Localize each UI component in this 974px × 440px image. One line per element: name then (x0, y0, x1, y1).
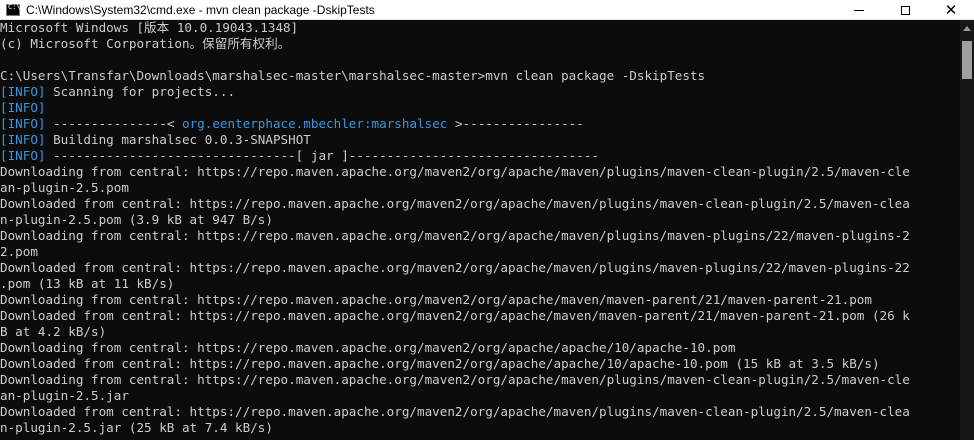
console-line: Downloading from central: https://repo.m… (0, 228, 910, 244)
console-line: an-plugin-2.5.jar (0, 388, 129, 404)
console-line: Downloading from central: https://repo.m… (0, 292, 872, 308)
console-output[interactable]: Microsoft Windows [版本 10.0.19043.1348] (c… (0, 20, 960, 440)
arrow-up-icon (963, 26, 971, 31)
line-text: C:\Users\Transfar\Downloads\marshalsec-m… (0, 68, 706, 83)
close-icon: ✕ (944, 0, 958, 19)
maximize-button[interactable] (882, 0, 928, 20)
minimize-icon (854, 9, 864, 11)
console-line: n-plugin-2.5.jar (25 kB at 7.4 kB/s) (0, 420, 273, 436)
line-text: Downloading from central: https://repo.m… (0, 164, 910, 179)
minimize-button[interactable] (836, 0, 882, 20)
console-line: [INFO] ---------------< org.eenterphace.… (0, 116, 584, 132)
console-line: n-plugin-2.5.pom (3.9 kB at 947 B/s) (0, 212, 273, 228)
console-line: .pom (13 kB at 11 kB/s) (0, 276, 174, 292)
line-text: (c) Microsoft Corporation。保留所有权利。 (0, 36, 291, 51)
line-text: Downloading from central: https://repo.m… (0, 372, 910, 387)
window-title: C:\Windows\System32\cmd.exe - mvn clean … (26, 2, 375, 17)
line-text: Downloaded from central: https://repo.ma… (0, 308, 910, 323)
console-line: Downloaded from central: https://repo.ma… (0, 356, 880, 372)
scroll-thumb[interactable] (962, 41, 972, 79)
line-text: Downloading from central: https://repo.m… (0, 228, 910, 243)
scroll-up-button[interactable] (960, 20, 974, 37)
line-text: Downloaded from central: https://repo.ma… (0, 356, 880, 371)
info-tag: [INFO] (0, 116, 46, 131)
info-tag: [INFO] (0, 100, 46, 115)
line-text: Downloaded from central: https://repo.ma… (0, 260, 910, 275)
console-line: Downloaded from central: https://repo.ma… (0, 308, 910, 324)
info-tag: [INFO] (0, 132, 46, 147)
info-tag: [INFO] (0, 84, 46, 99)
console-line: Downloaded from central: https://repo.ma… (0, 196, 910, 212)
console-line: C:\Users\Transfar\Downloads\marshalsec-m… (0, 68, 705, 84)
close-button[interactable]: ✕ (928, 0, 974, 20)
console-line: 2.pom (0, 244, 38, 260)
line-text: B at 4.2 kB/s) (0, 324, 107, 339)
line-text: Downloaded from central: https://repo.ma… (0, 196, 910, 211)
console-line: Microsoft Windows [版本 10.0.19043.1348] (0, 20, 298, 36)
line-text: 2.pom (0, 244, 38, 259)
line-text: Building marshalsec 0.0.3-SNAPSHOT (45, 132, 311, 147)
console-line: [INFO] (0, 100, 46, 116)
console-line: Downloading from central: https://repo.m… (0, 164, 910, 180)
console-line: (c) Microsoft Corporation。保留所有权利。 (0, 36, 290, 52)
console-line: Downloaded from central: https://repo.ma… (0, 404, 910, 420)
title-bar[interactable]: C:\Windows\System32\cmd.exe - mvn clean … (0, 0, 974, 20)
line-text: Scanning for projects... (45, 84, 236, 99)
artifact-id: org.eenterphace.mbechler:marshalsec (181, 116, 448, 131)
info-tag: [INFO] (0, 148, 46, 163)
line-text: Microsoft Windows [版本 10.0.19043.1348] (0, 20, 299, 35)
console-line: [INFO] Scanning for projects... (0, 84, 235, 100)
line-text: Downloaded from central: https://repo.ma… (0, 404, 910, 419)
vertical-scrollbar[interactable] (960, 20, 974, 440)
line-text: Downloading from central: https://repo.m… (0, 292, 872, 307)
console-line: B at 4.2 kB/s) (0, 324, 106, 340)
line-text: an-plugin-2.5.jar (0, 388, 129, 403)
line-text: --------------------------------[ jar ]-… (45, 148, 599, 163)
line-text: >---------------- (447, 116, 584, 131)
console-line: Downloaded from central: https://repo.ma… (0, 260, 910, 276)
cmd-icon (6, 3, 21, 16)
line-text: n-plugin-2.5.pom (3.9 kB at 947 B/s) (0, 212, 273, 227)
line-text: an-plugin-2.5.pom (0, 180, 129, 195)
console-line: [INFO] Building marshalsec 0.0.3-SNAPSHO… (0, 132, 311, 148)
maximize-icon (900, 5, 910, 15)
line-text: ---------------< (45, 116, 182, 131)
window-controls: ✕ (836, 0, 974, 20)
console-line: Downloading from central: https://repo.m… (0, 372, 910, 388)
console-line: an-plugin-2.5.pom (0, 180, 129, 196)
line-text: n-plugin-2.5.jar (25 kB at 7.4 kB/s) (0, 420, 273, 435)
line-text: Downloading from central: https://repo.m… (0, 340, 736, 355)
console-line: [INFO] --------------------------------[… (0, 148, 599, 164)
console-line: Downloading from central: https://repo.m… (0, 340, 735, 356)
line-text: .pom (13 kB at 11 kB/s) (0, 276, 175, 291)
